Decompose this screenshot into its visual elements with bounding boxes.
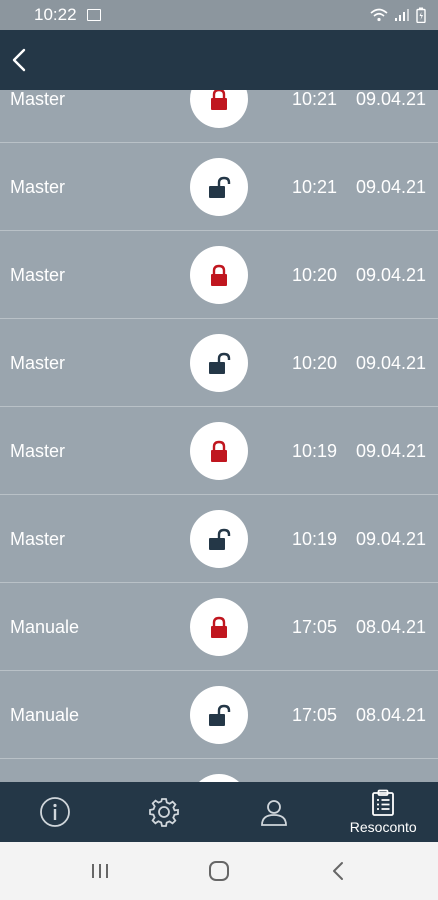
lock-open-icon <box>209 176 231 198</box>
list-item[interactable]: Manuale 17:05 08.04.21 <box>0 671 438 759</box>
info-icon <box>39 797 70 827</box>
app-header <box>0 30 438 90</box>
list-item[interactable]: Master 10:20 09.04.21 <box>0 231 438 319</box>
event-time: 10:20 <box>292 353 338 373</box>
lock-status-badge <box>190 774 248 782</box>
event-time: 10:19 <box>292 529 338 549</box>
event-user-label: Master <box>10 529 66 549</box>
event-user-label: Master <box>10 353 66 373</box>
lock-closed-icon <box>211 616 227 638</box>
chevron-left-icon <box>12 48 26 72</box>
recent-apps-button[interactable] <box>80 851 120 891</box>
nav-profile[interactable] <box>219 782 329 842</box>
event-user-label: Master <box>10 441 66 461</box>
lock-status-badge <box>190 158 248 216</box>
battery-icon <box>416 7 426 23</box>
lock-closed-icon <box>211 440 227 462</box>
event-date: 08.04.21 <box>356 617 427 637</box>
home-icon <box>208 861 229 881</box>
back-button[interactable] <box>6 44 32 76</box>
list-item[interactable]: Manuale 17:05 08.04.21 <box>0 583 438 671</box>
lock-status-badge <box>190 90 248 128</box>
event-date: 09.04.21 <box>356 177 427 197</box>
list-item[interactable]: Master 10:21 09.04.21 <box>0 90 438 143</box>
event-time: 10:19 <box>292 441 338 461</box>
nav-report[interactable]: Resoconto <box>329 782 438 842</box>
nav-report-label: Resoconto <box>349 819 417 835</box>
list-item[interactable]: Master 10:19 09.04.21 <box>0 407 438 495</box>
list-item[interactable] <box>0 759 438 782</box>
event-user-label: Manuale <box>10 705 80 725</box>
lock-status-badge <box>190 334 248 392</box>
bottom-nav: Resoconto <box>0 782 438 842</box>
lock-status-badge <box>190 598 248 656</box>
event-time: 17:05 <box>292 705 338 725</box>
lock-closed-icon <box>211 90 227 110</box>
event-user-label: Manuale <box>10 617 80 637</box>
lock-open-icon <box>209 704 231 726</box>
status-icons <box>370 7 426 23</box>
lock-status-badge <box>190 686 248 744</box>
lock-closed-icon <box>211 264 227 286</box>
event-date: 09.04.21 <box>356 353 427 373</box>
list-item[interactable]: Master 10:21 09.04.21 <box>0 143 438 231</box>
recent-apps-icon <box>91 864 108 878</box>
list-item[interactable]: Master 10:20 09.04.21 <box>0 319 438 407</box>
event-date: 08.04.21 <box>356 705 427 725</box>
user-icon <box>260 800 287 826</box>
gear-icon <box>149 798 180 827</box>
nav-info[interactable] <box>0 782 110 842</box>
event-time: 10:20 <box>292 265 338 285</box>
event-time: 17:05 <box>292 617 338 637</box>
system-nav <box>0 842 438 900</box>
event-time: 10:21 <box>292 90 338 109</box>
home-button[interactable] <box>199 851 239 891</box>
clipboard-icon <box>372 789 395 816</box>
event-date: 09.04.21 <box>356 265 427 285</box>
event-list[interactable]: Master 10:21 09.04.21 Master 10:21 09.04.21 Ma… <box>0 90 438 782</box>
event-user-label: Master <box>10 177 66 197</box>
status-bar: 10:22 <box>0 0 438 30</box>
lock-open-icon <box>209 528 231 550</box>
lock-status-badge <box>190 246 248 304</box>
signal-icon <box>395 9 409 21</box>
nav-settings[interactable] <box>110 782 220 842</box>
lock-status-badge <box>190 510 248 568</box>
system-back-button[interactable] <box>318 851 358 891</box>
event-user-label: Master <box>10 265 66 285</box>
wifi-icon <box>370 8 388 22</box>
event-date: 09.04.21 <box>356 441 427 461</box>
event-time: 10:21 <box>292 177 338 197</box>
event-list-inner: Master 10:21 09.04.21 Master 10:21 09.04.21 Ma… <box>0 90 438 782</box>
lock-status-badge <box>190 422 248 480</box>
event-date: 09.04.21 <box>356 529 427 549</box>
image-notification-icon <box>86 9 101 21</box>
back-icon <box>333 862 344 880</box>
list-item[interactable]: Master 10:19 09.04.21 <box>0 495 438 583</box>
event-date: 09.04.21 <box>356 90 427 109</box>
status-time: 10:22 <box>34 5 77 24</box>
event-user-label: Master <box>10 90 66 109</box>
lock-open-icon <box>209 352 231 374</box>
